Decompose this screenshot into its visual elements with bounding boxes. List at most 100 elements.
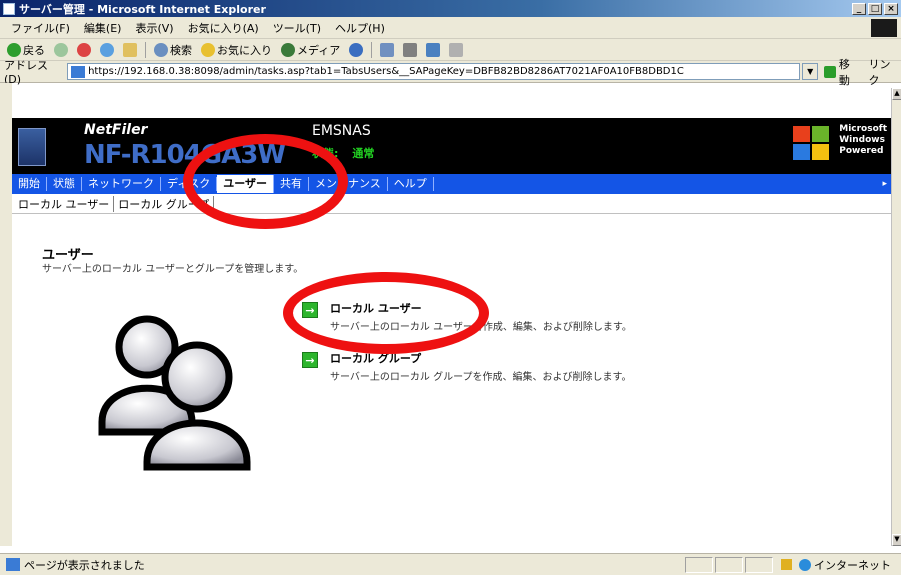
back-label: 戻る xyxy=(23,43,45,57)
vertical-scrollbar[interactable]: ▲ ▼ xyxy=(891,88,901,546)
search-button[interactable]: 検索 xyxy=(151,41,195,59)
lock-icon xyxy=(781,559,792,570)
model-name: NF-R104GA3W xyxy=(84,140,286,170)
favorites-label: お気に入り xyxy=(217,43,272,57)
maximize-button[interactable]: □ xyxy=(868,2,882,15)
menu-file[interactable]: ファイル(F) xyxy=(4,20,77,36)
menu-favorites[interactable]: お気に入り(A) xyxy=(181,20,266,36)
menu-tools[interactable]: ツール(T) xyxy=(266,20,328,36)
subtab-local-groups[interactable]: ローカル グループ xyxy=(114,195,215,212)
window-titlebar[interactable]: サーバー管理 - Microsoft Internet Explorer _ □… xyxy=(0,0,901,17)
main-content: ユーザー サーバー上のローカル ユーザーとグループを管理します。 → ローカル … xyxy=(12,214,891,546)
edit-icon xyxy=(426,42,441,57)
go-arrow-icon xyxy=(824,65,836,78)
forward-button[interactable] xyxy=(51,41,71,59)
product-banner: NetFiler NF-R104GA3W EMSNAS 状態: 通常 Micro… xyxy=(12,118,891,174)
mail-button[interactable] xyxy=(377,41,397,59)
ie-page-icon xyxy=(3,2,15,15)
server-status: 状態: 通常 xyxy=(312,145,374,161)
windows-flag-icon xyxy=(793,126,831,162)
task-local-groups[interactable]: → ローカル グループ サーバー上のローカル グループを作成、編集、および削除し… xyxy=(302,350,631,383)
green-arrow-icon[interactable]: → xyxy=(302,352,318,368)
standard-toolbar: 戻る 検索 お気に入り メディア xyxy=(0,39,901,61)
home-icon xyxy=(123,42,137,57)
links-button[interactable]: リンク xyxy=(869,56,901,88)
powered-line-1: Microsoft xyxy=(839,124,887,134)
media-button[interactable]: メディア xyxy=(278,41,343,59)
edit-button[interactable] xyxy=(423,41,443,59)
status-text: ページが表示されました xyxy=(24,558,145,572)
history-icon xyxy=(349,42,364,57)
tab-network[interactable]: ネットワーク xyxy=(82,177,161,191)
security-zone: インターネット xyxy=(775,557,901,573)
globe-icon xyxy=(799,558,811,571)
scroll-up-icon[interactable]: ▲ xyxy=(892,88,901,100)
status-cell xyxy=(715,556,743,573)
task-title[interactable]: ローカル ユーザー xyxy=(330,300,632,316)
discuss-icon xyxy=(449,42,464,57)
tab-status[interactable]: 状態 xyxy=(47,177,82,191)
address-input[interactable]: https://192.168.0.38:8098/admin/tasks.as… xyxy=(67,63,801,80)
print-icon xyxy=(403,42,418,57)
menu-edit[interactable]: 編集(E) xyxy=(77,20,129,36)
scroll-down-icon[interactable]: ▼ xyxy=(892,534,901,546)
tab-users[interactable]: ユーザー xyxy=(217,175,275,193)
status-cell xyxy=(685,556,713,573)
address-url: https://192.168.0.38:8098/admin/tasks.as… xyxy=(88,66,684,77)
close-button[interactable]: × xyxy=(884,2,898,15)
stop-button[interactable] xyxy=(74,41,94,59)
page-done-icon xyxy=(6,558,20,571)
media-label: メディア xyxy=(297,43,341,57)
tab-help[interactable]: ヘルプ xyxy=(388,177,434,191)
back-button[interactable]: 戻る xyxy=(4,41,48,59)
mail-icon xyxy=(380,42,395,57)
discuss-button[interactable] xyxy=(446,41,466,59)
history-button[interactable] xyxy=(346,41,366,59)
task-title[interactable]: ローカル グループ xyxy=(330,350,631,366)
favorites-button[interactable]: お気に入り xyxy=(198,41,275,59)
status-value: 通常 xyxy=(352,147,375,160)
home-button[interactable] xyxy=(120,41,140,59)
refresh-icon xyxy=(100,42,114,57)
tab-disks[interactable]: ディスク xyxy=(161,177,218,191)
page-description: サーバー上のローカル ユーザーとグループを管理します。 xyxy=(42,264,304,275)
window-title: サーバー管理 - Microsoft Internet Explorer xyxy=(19,2,266,16)
search-icon xyxy=(154,42,168,57)
tab-maintenance[interactable]: メンテナンス xyxy=(309,177,388,191)
toolbar-separator xyxy=(371,41,373,58)
main-tab-bar: 開始 状態 ネットワーク ディスク ユーザー 共有 メンテナンス ヘルプ ▸ xyxy=(12,174,891,194)
search-label: 検索 xyxy=(170,43,192,57)
tab-shares[interactable]: 共有 xyxy=(274,177,310,191)
task-local-users[interactable]: → ローカル ユーザー サーバー上のローカル ユーザーを作成、編集、および削除し… xyxy=(302,300,632,333)
tab-welcome[interactable]: 開始 xyxy=(12,177,47,191)
server-name: EMSNAS xyxy=(312,123,371,139)
menu-bar: ファイル(F) 編集(E) 表示(V) お気に入り(A) ツール(T) ヘルプ(… xyxy=(0,17,901,39)
browser-left-frame xyxy=(0,83,12,546)
powered-line-3: Powered xyxy=(839,146,884,156)
media-icon xyxy=(281,42,295,57)
green-arrow-icon[interactable]: → xyxy=(302,302,318,318)
menu-view[interactable]: 表示(V) xyxy=(128,20,180,36)
star-icon xyxy=(201,42,215,57)
stop-icon xyxy=(77,42,91,57)
print-button[interactable] xyxy=(400,41,420,59)
users-illustration-icon xyxy=(98,315,251,471)
address-dropdown-button[interactable]: ▼ xyxy=(802,63,819,80)
windows-logo-icon xyxy=(871,19,897,37)
back-arrow-icon xyxy=(7,42,21,57)
go-label: 移動 xyxy=(838,57,850,87)
address-bar: アドレス(D) https://192.168.0.38:8098/admin/… xyxy=(0,58,901,87)
minimize-button[interactable]: _ xyxy=(852,2,866,15)
go-button[interactable]: 移動 xyxy=(824,56,860,88)
subtab-local-users[interactable]: ローカル ユーザー xyxy=(14,195,115,212)
task-text: ローカル グループ サーバー上のローカル グループを作成、編集、および削除します… xyxy=(330,350,631,383)
address-label: アドレス(D) xyxy=(4,59,48,86)
refresh-button[interactable] xyxy=(97,41,117,59)
task-text: ローカル ユーザー サーバー上のローカル ユーザーを作成、編集、および削除します… xyxy=(330,300,632,333)
windows-powered-badge: Microsoft Windows Powered xyxy=(839,124,887,157)
status-bar: ページが表示されました インターネット xyxy=(0,553,901,575)
nav-end-marker: ▸ xyxy=(882,179,887,189)
powered-line-2: Windows xyxy=(839,135,885,145)
menu-help[interactable]: ヘルプ(H) xyxy=(328,20,392,36)
status-cell xyxy=(745,556,773,573)
